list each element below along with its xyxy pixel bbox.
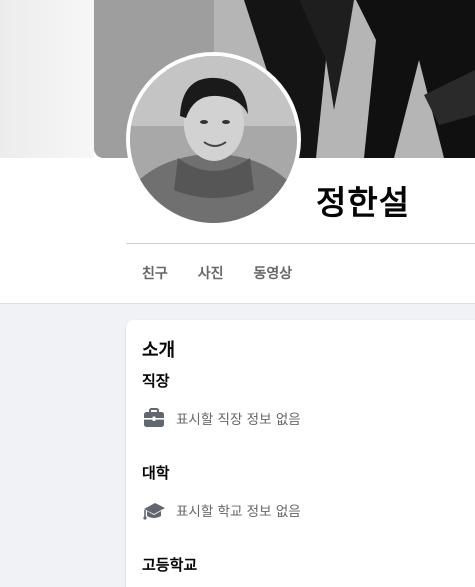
profile-name: 정한설 <box>316 183 411 222</box>
profile-picture[interactable] <box>126 52 301 227</box>
header-divider <box>126 243 475 244</box>
cover-left-margin <box>0 0 94 158</box>
briefcase-icon <box>142 406 166 430</box>
work-info-text: 표시할 직장 정보 없음 <box>176 412 301 428</box>
avatar-image <box>130 56 297 223</box>
college-info-text: 표시할 학교 정보 없음 <box>176 504 301 520</box>
graduation-cap-icon <box>142 498 166 522</box>
tab-friends[interactable]: 친구 <box>142 263 168 283</box>
profile-header: 정한설 친구 사진 동영상 <box>0 0 475 304</box>
avatar <box>130 56 297 223</box>
work-info-row: 표시할 직장 정보 없음 <box>142 406 301 430</box>
college-heading: 대학 <box>142 464 170 482</box>
intro-title: 소개 <box>142 340 176 361</box>
profile-tabs: 친구 사진 동영상 <box>142 263 292 283</box>
work-heading: 직장 <box>142 372 170 390</box>
intro-card: 소개 직장 표시할 직장 정보 없음 대학 표시할 학교 정보 없음 고등학교 <box>126 320 475 587</box>
college-info-row: 표시할 학교 정보 없음 <box>142 498 301 522</box>
high-school-heading: 고등학교 <box>142 556 198 574</box>
tab-photos[interactable]: 사진 <box>198 263 224 283</box>
tab-videos[interactable]: 동영상 <box>254 263 293 283</box>
